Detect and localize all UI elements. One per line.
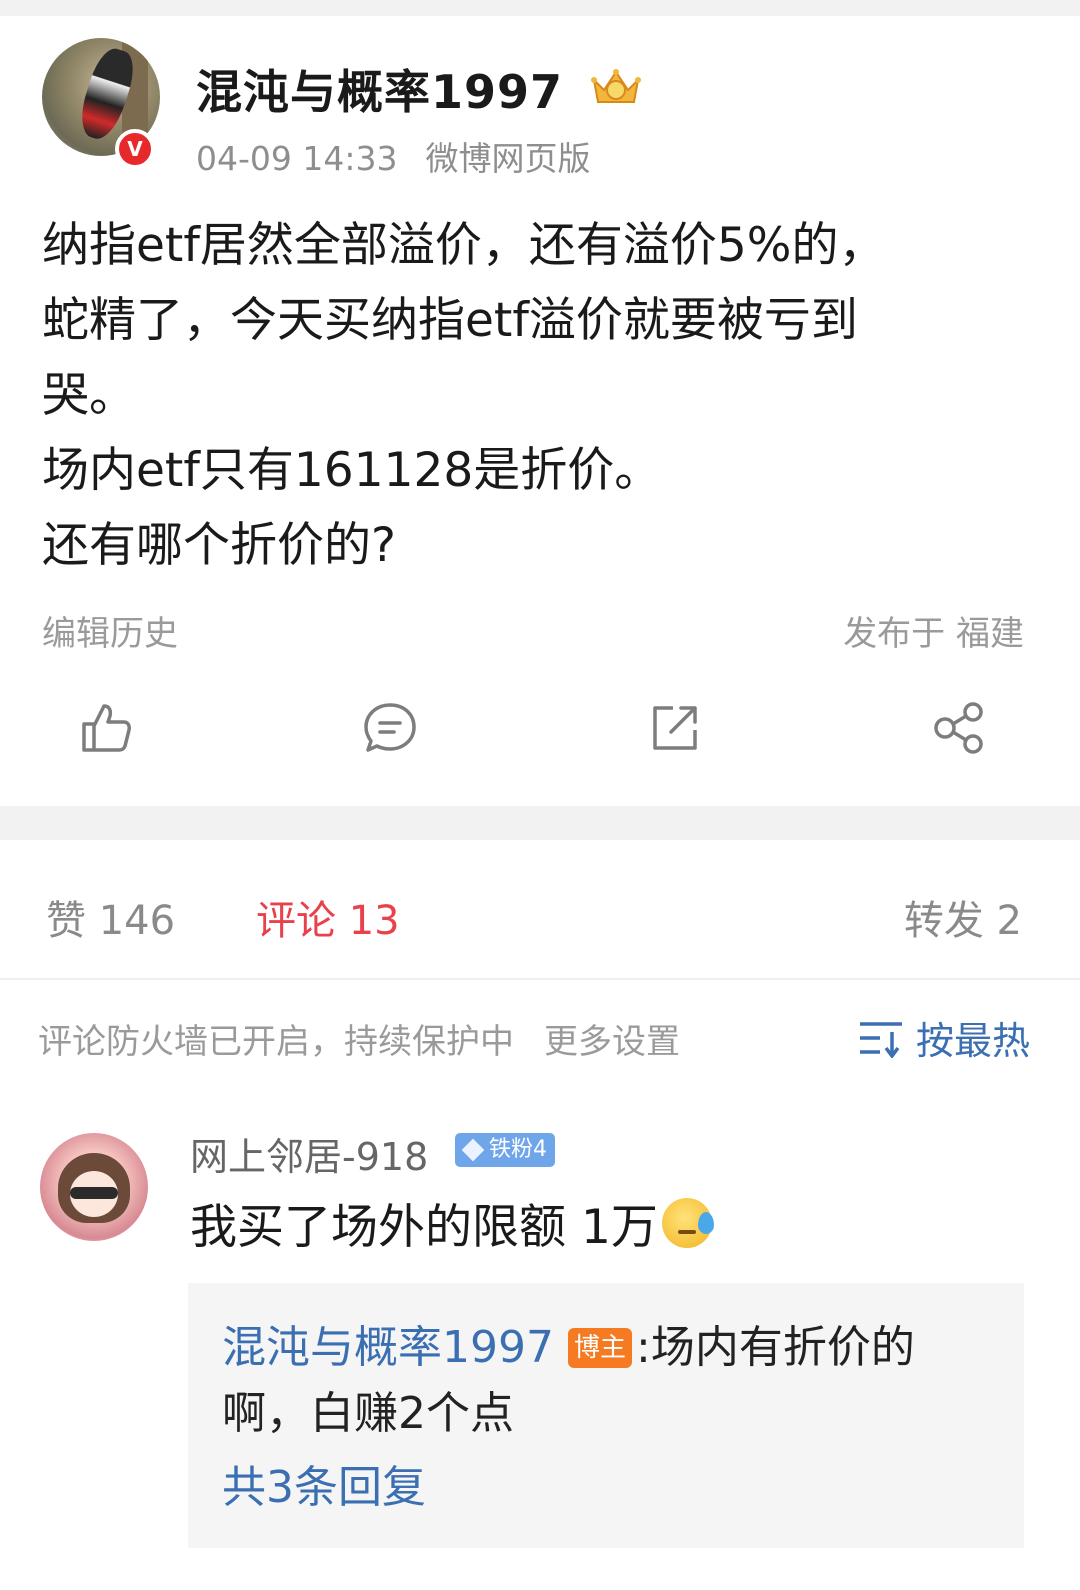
sort-label: 按最热 [915,1019,1030,1063]
post-source: 微博网页版 [425,139,591,178]
section-divider [0,806,1080,840]
post-location: 发布于 福建 [843,614,1024,654]
commenter-avatar[interactable] [40,1133,148,1241]
reply-text-continued: 啊，白赚2个点 [222,1388,514,1439]
view-all-replies-link[interactable]: 共3条回复 [222,1460,426,1516]
post-time: 04-09 14:33 [196,139,398,178]
reply-colon: : [636,1322,651,1373]
top-strip [0,0,1080,16]
commenter-name[interactable]: 网上邻居-918 [190,1126,428,1181]
more-settings-link[interactable]: 更多设置 [544,1022,680,1062]
post-text-line: 还有哪个折价的? [42,518,396,573]
emoji-sweat-drop [697,1211,714,1234]
tab-reposts[interactable]: 转发 2 [904,888,1022,946]
post-text-line: 蛇精了，今天买纳指etf溢价就要被亏到 [42,293,858,348]
comment-text: 我买了场外的限额 1万 [190,1188,714,1257]
sort-hot-button[interactable]: 按最热 [858,1010,1030,1065]
repost-external-icon [653,706,697,750]
share-nodes-icon [934,702,983,754]
diamond-icon [461,1138,485,1162]
avatar-glasses [70,1187,118,1199]
tab-likes[interactable]: 赞 146 [46,888,175,946]
repost-button[interactable] [647,700,703,756]
post-meta: 04-09 14:33 微博网页版 [196,132,590,180]
verified-badge: V [115,129,155,169]
share-button[interactable] [931,700,987,756]
post-text-line: 场内etf只有161128是折价。 [42,443,662,498]
emoji-mouth [677,1229,696,1234]
comment-firewall-notice: 评论防火墙已开启，持续保护中 更多设置 [38,1014,680,1063]
tabs-divider [0,978,1080,980]
edit-history-link[interactable]: 编辑历史 [42,606,178,655]
author-name[interactable]: 混沌与概率1997 [196,56,563,122]
firewall-text: 评论防火墙已开启，持续保护中 [38,1022,514,1062]
reply-text: 场内有折价的 [650,1322,915,1373]
reply-author[interactable]: 混沌与概率1997 [222,1320,554,1376]
thumbs-up-icon [82,704,131,752]
post-text-line: 纳指etf居然全部溢价，还有溢价5%的， [42,218,886,273]
crown-badge-icon[interactable] [588,64,644,108]
post-text: 纳指etf居然全部溢价，还有溢价5%的， 蛇精了，今天买纳指etf溢价就要被亏到… [42,208,1042,583]
comment-button[interactable] [362,700,418,756]
sweat-emoji-icon [661,1197,714,1248]
tab-comments[interactable]: 评论 13 [256,888,400,946]
post-text-line: 哭。 [42,368,136,423]
fan-badge[interactable]: 铁粉4 [455,1133,555,1167]
owner-badge: 博主 [567,1328,632,1368]
reply-line: 混沌与概率1997 博主 : 场内有折价的 [222,1320,915,1376]
like-button[interactable] [78,700,134,756]
fan-badge-label: 铁粉4 [489,1137,547,1162]
comment-text-body: 我买了场外的限额 1万 [190,1200,658,1255]
comment-bubble-icon [364,703,416,752]
sort-icon [859,1021,902,1058]
